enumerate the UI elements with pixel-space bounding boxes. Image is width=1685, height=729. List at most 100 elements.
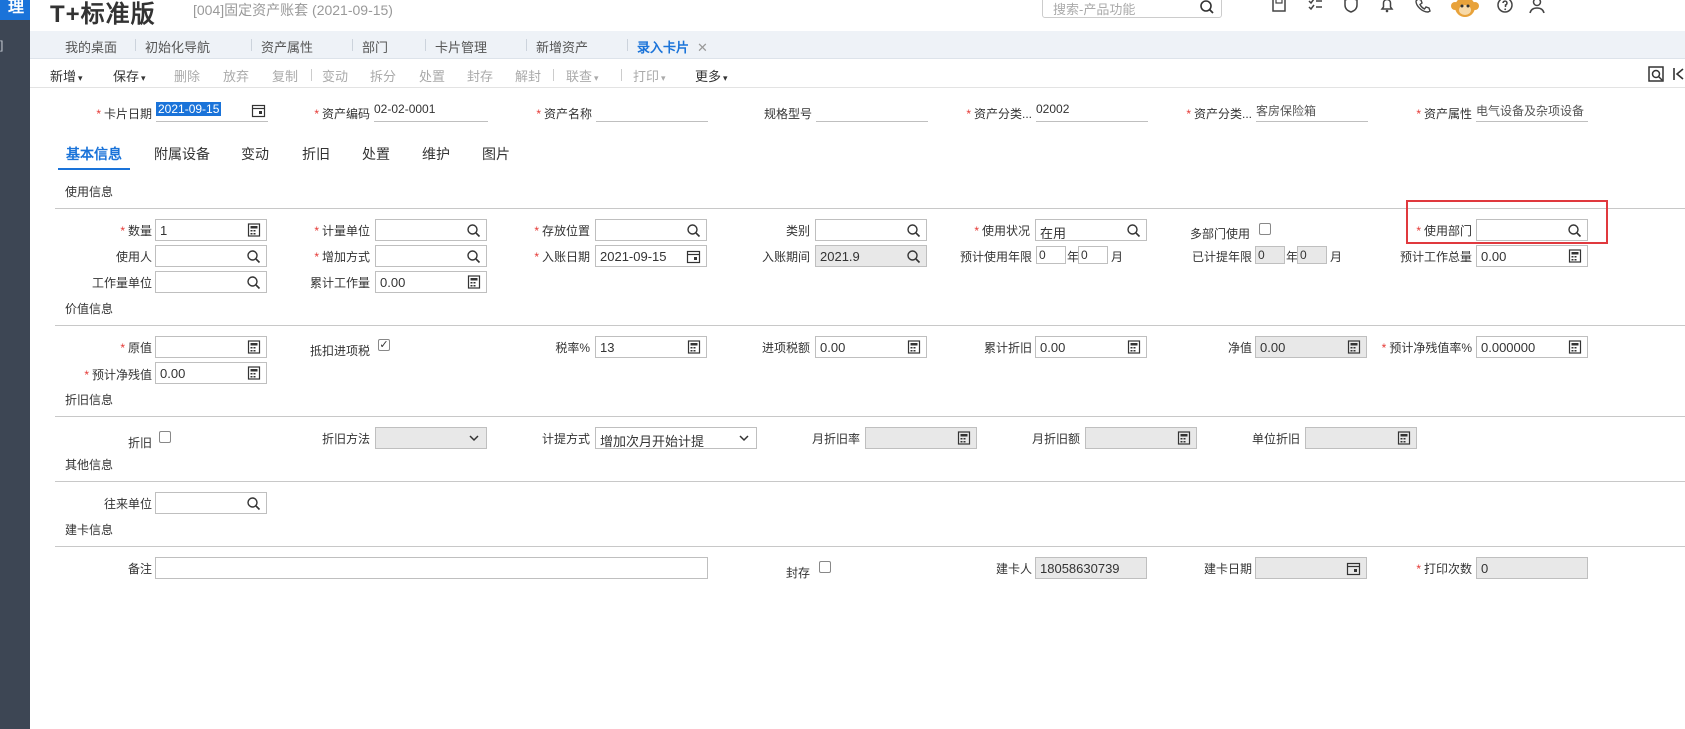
search-icon[interactable]: [466, 249, 481, 264]
accrual-method-select[interactable]: 增加次月开始计提: [595, 427, 757, 449]
category-name-field[interactable]: 客房保险箱: [1256, 102, 1368, 122]
seal-button[interactable]: 封存: [467, 66, 493, 85]
type-field[interactable]: [815, 219, 927, 241]
category-code-field[interactable]: 02002: [1036, 102, 1148, 122]
input-tax-field[interactable]: 0.00: [815, 336, 927, 358]
unit-dep-field[interactable]: [1305, 427, 1417, 449]
print-count-field[interactable]: 0: [1476, 557, 1588, 579]
search-icon[interactable]: [246, 496, 261, 511]
monthly-amount-field[interactable]: [1085, 427, 1197, 449]
tab-department[interactable]: 部门: [351, 37, 388, 56]
calendar-icon[interactable]: [1346, 561, 1361, 576]
net-value-field[interactable]: 0.00: [1255, 336, 1367, 358]
subtab-dispose[interactable]: 处置: [362, 144, 390, 164]
partner-field[interactable]: [155, 492, 267, 514]
subtab-depreciation[interactable]: 折旧: [302, 144, 330, 164]
search-icon[interactable]: [1199, 0, 1215, 15]
split-button[interactable]: 拆分: [370, 66, 396, 85]
search-icon[interactable]: [466, 223, 481, 238]
residual-value-field[interactable]: 0.00: [155, 362, 267, 384]
subtab-maintenance[interactable]: 维护: [422, 144, 450, 164]
location-field[interactable]: [595, 219, 707, 241]
dep-method-select[interactable]: [375, 427, 487, 449]
help-icon[interactable]: [1496, 0, 1514, 14]
calendar-icon[interactable]: [251, 103, 266, 118]
tax-rate-field[interactable]: 13: [595, 336, 707, 358]
search-icon[interactable]: [906, 223, 921, 238]
collapse-first-icon[interactable]: [1671, 65, 1685, 83]
subtab-change[interactable]: 变动: [241, 144, 269, 164]
monthly-rate-field[interactable]: [865, 427, 977, 449]
search-icon[interactable]: [906, 249, 921, 264]
user-icon[interactable]: [1528, 0, 1546, 14]
life-month-field[interactable]: 0: [1078, 246, 1108, 264]
save-disk-icon[interactable]: [1270, 0, 1288, 14]
residual-rate-field[interactable]: 0.000000: [1476, 336, 1588, 358]
acc-work-field[interactable]: 0.00: [375, 271, 487, 293]
new-button[interactable]: 新增 ▾: [50, 66, 83, 85]
calculator-icon[interactable]: [957, 431, 971, 445]
accrued-month-field[interactable]: 0: [1297, 246, 1327, 264]
preview-icon[interactable]: [1647, 65, 1665, 83]
calculator-icon[interactable]: [467, 275, 481, 289]
tab-asset-attr[interactable]: 资产属性: [250, 37, 313, 56]
calculator-icon[interactable]: [247, 366, 261, 380]
calculator-icon[interactable]: [687, 340, 701, 354]
subtab-images[interactable]: 图片: [482, 144, 510, 164]
acc-dep-field[interactable]: 0.00: [1035, 336, 1147, 358]
unit-field[interactable]: [375, 219, 487, 241]
calculator-icon[interactable]: [1127, 340, 1141, 354]
multi-dept-checkbox[interactable]: [1259, 223, 1271, 235]
deduct-tax-checkbox[interactable]: ✓: [378, 339, 390, 351]
calendar-icon[interactable]: [686, 249, 701, 264]
total-work-field[interactable]: 0.00: [1476, 245, 1588, 267]
tab-card-manage[interactable]: 卡片管理: [424, 37, 487, 56]
calculator-icon[interactable]: [1347, 340, 1361, 354]
add-method-field[interactable]: [375, 245, 487, 267]
asset-code-field[interactable]: 02-02-0001: [374, 102, 488, 122]
asset-attr-field[interactable]: 电气设备及杂项设备: [1476, 102, 1588, 122]
search-box[interactable]: 搜索-产品功能: [1042, 0, 1222, 18]
calculator-icon[interactable]: [1568, 249, 1582, 263]
close-icon[interactable]: ✕: [697, 40, 708, 55]
bell-icon[interactable]: [1378, 0, 1396, 14]
monkey-avatar-icon[interactable]: [1450, 0, 1480, 20]
create-date-field[interactable]: [1255, 557, 1367, 579]
calculator-icon[interactable]: [247, 340, 261, 354]
unseal-button[interactable]: 解封: [515, 66, 541, 85]
depreciate-checkbox[interactable]: [159, 431, 171, 443]
query-button[interactable]: 联查 ▾: [566, 66, 599, 85]
tab-new-asset[interactable]: 新增资产: [525, 37, 588, 56]
tab-enter-card[interactable]: 录入卡片 ✕: [625, 37, 738, 63]
subtab-attached-equipment[interactable]: 附属设备: [154, 144, 210, 164]
work-unit-field[interactable]: [155, 271, 267, 293]
search-icon[interactable]: [1126, 223, 1141, 238]
original-value-field[interactable]: [155, 336, 267, 358]
calculator-icon[interactable]: [1397, 431, 1411, 445]
tab-init-nav[interactable]: 初始化导航: [134, 37, 210, 56]
change-button[interactable]: 变动: [322, 66, 348, 85]
task-list-icon[interactable]: [1306, 0, 1324, 14]
subtab-basic-info[interactable]: 基本信息: [58, 144, 130, 170]
print-button[interactable]: 打印 ▾: [633, 66, 666, 85]
shield-icon[interactable]: [1342, 0, 1360, 14]
remark-field[interactable]: [155, 557, 708, 579]
sealed-checkbox[interactable]: [819, 561, 831, 573]
phone-icon[interactable]: [1414, 0, 1432, 14]
creator-field[interactable]: 18058630739: [1035, 557, 1147, 579]
more-button[interactable]: 更多 ▾: [695, 66, 728, 85]
calculator-icon[interactable]: [1177, 431, 1191, 445]
entry-period-field[interactable]: 2021.9: [815, 245, 927, 267]
asset-name-field[interactable]: [596, 102, 708, 122]
user-field[interactable]: [155, 245, 267, 267]
dispose-button[interactable]: 处置: [419, 66, 445, 85]
spec-field[interactable]: [816, 102, 928, 122]
calculator-icon[interactable]: [907, 340, 921, 354]
copy-button[interactable]: 复制: [272, 66, 298, 85]
search-icon[interactable]: [686, 223, 701, 238]
life-year-field[interactable]: 0: [1036, 246, 1066, 264]
search-icon[interactable]: [246, 249, 261, 264]
discard-button[interactable]: 放弃: [223, 66, 249, 85]
card-date-field[interactable]: 2021-09-15: [156, 102, 268, 122]
save-button[interactable]: 保存 ▾: [113, 66, 146, 85]
